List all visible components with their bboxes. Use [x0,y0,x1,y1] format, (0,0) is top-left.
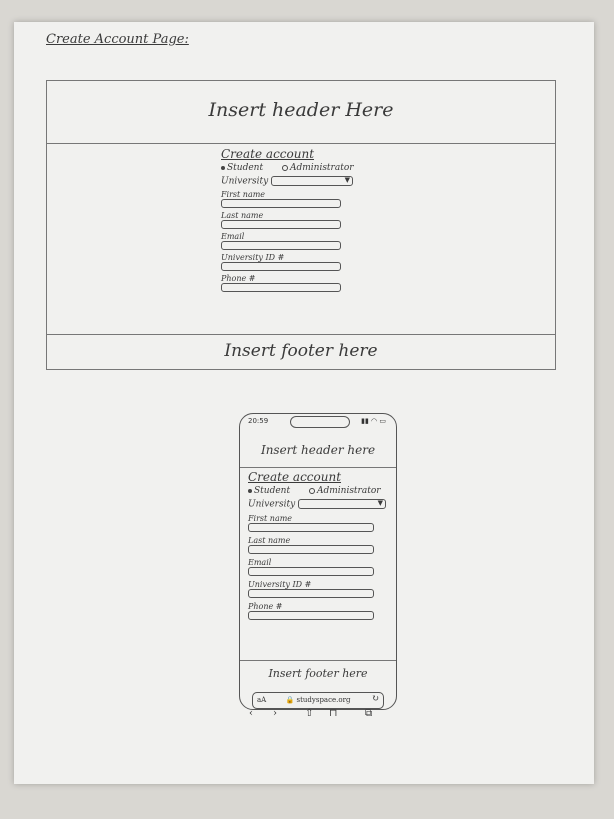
share-icon[interactable]: ⇧ [305,708,313,719]
radio-administrator[interactable]: Administrator [281,163,354,173]
radio-admin-label: Administrator [316,486,381,496]
desktop-footer-text: Insert footer here [224,341,378,361]
radio-student-label: Student [227,163,264,173]
radio-unselected-icon [308,487,315,494]
dropdown-arrow-icon: ▼ [377,499,384,507]
tabs-icon[interactable]: ⧉ [365,708,372,719]
browser-url-bar[interactable]: aA 🔒 studyspace.org ↻ [252,692,384,709]
university-label: University [248,499,296,510]
last-name-label: Last name [248,535,291,545]
mobile-header-text: Insert header here [260,443,376,457]
desktop-header: Insert header Here [47,81,555,144]
desktop-wireframe: Insert header Here Create account Studen… [46,80,556,370]
mobile-create-account-form: Create account Student Administrator Uni… [248,470,388,620]
radio-selected-icon [221,165,225,170]
phone-input[interactable] [248,610,374,620]
mobile-wireframe: 20:59 ▮▮ ◠ ▭ Insert header here Create a… [239,413,397,710]
desktop-create-account-form: Create account Student Administrator Uni… [221,147,381,292]
account-type-radios: Student Administrator [221,163,381,173]
radio-student[interactable]: Student [248,486,290,496]
radio-selected-icon [248,488,252,493]
phone-notch [290,416,350,428]
email-input[interactable] [221,240,341,250]
first-name-input[interactable] [221,198,341,208]
radio-student-label: Student [254,486,291,496]
university-id-input[interactable] [248,588,374,598]
forward-icon[interactable]: › [273,708,277,719]
university-id-input[interactable] [221,261,341,271]
radio-admin-label: Administrator [289,163,354,173]
form-title: Create account [221,147,315,161]
first-name-label: First name [248,513,293,523]
last-name-input[interactable] [221,219,341,229]
university-id-label: University ID # [248,579,312,589]
mobile-footer-text: Insert footer here [268,667,368,680]
first-name-label: First name [221,189,266,199]
email-input[interactable] [248,566,374,576]
paper-sheet: Create Account Page: Insert header Here … [14,22,594,784]
back-icon[interactable]: ‹ [249,708,253,719]
mobile-footer: Insert footer here [240,660,396,687]
form-title: Create account [248,470,342,484]
phone-label: Phone # [221,273,256,283]
radio-unselected-icon [281,164,288,171]
status-time: 20:59 [248,417,269,425]
bookmarks-icon[interactable]: ⊓ [329,708,337,719]
university-select[interactable]: ▼ [271,176,354,186]
email-label: Email [221,231,245,241]
url-text: 🔒 studyspace.org [285,696,351,704]
first-name-input[interactable] [248,522,374,532]
phone-input[interactable] [221,282,341,292]
reload-icon[interactable]: ↻ [371,694,379,704]
university-row: University ▼ [248,499,388,510]
email-label: Email [248,557,272,567]
radio-student[interactable]: Student [221,163,263,173]
desktop-footer: Insert footer here [47,334,555,369]
university-label: University [221,176,269,187]
page-title: Create Account Page: [46,32,189,47]
university-select[interactable]: ▼ [298,499,387,509]
university-id-label: University ID # [221,252,285,262]
last-name-input[interactable] [248,544,374,554]
university-row: University ▼ [221,176,381,187]
desktop-header-text: Insert header Here [208,99,394,121]
status-icons: ▮▮ ◠ ▭ [361,417,386,425]
phone-label: Phone # [248,601,283,611]
account-type-radios: Student Administrator [248,486,388,496]
radio-administrator[interactable]: Administrator [308,486,381,496]
last-name-label: Last name [221,210,264,220]
dropdown-arrow-icon: ▼ [344,176,351,184]
mobile-header: Insert header here [240,434,396,468]
